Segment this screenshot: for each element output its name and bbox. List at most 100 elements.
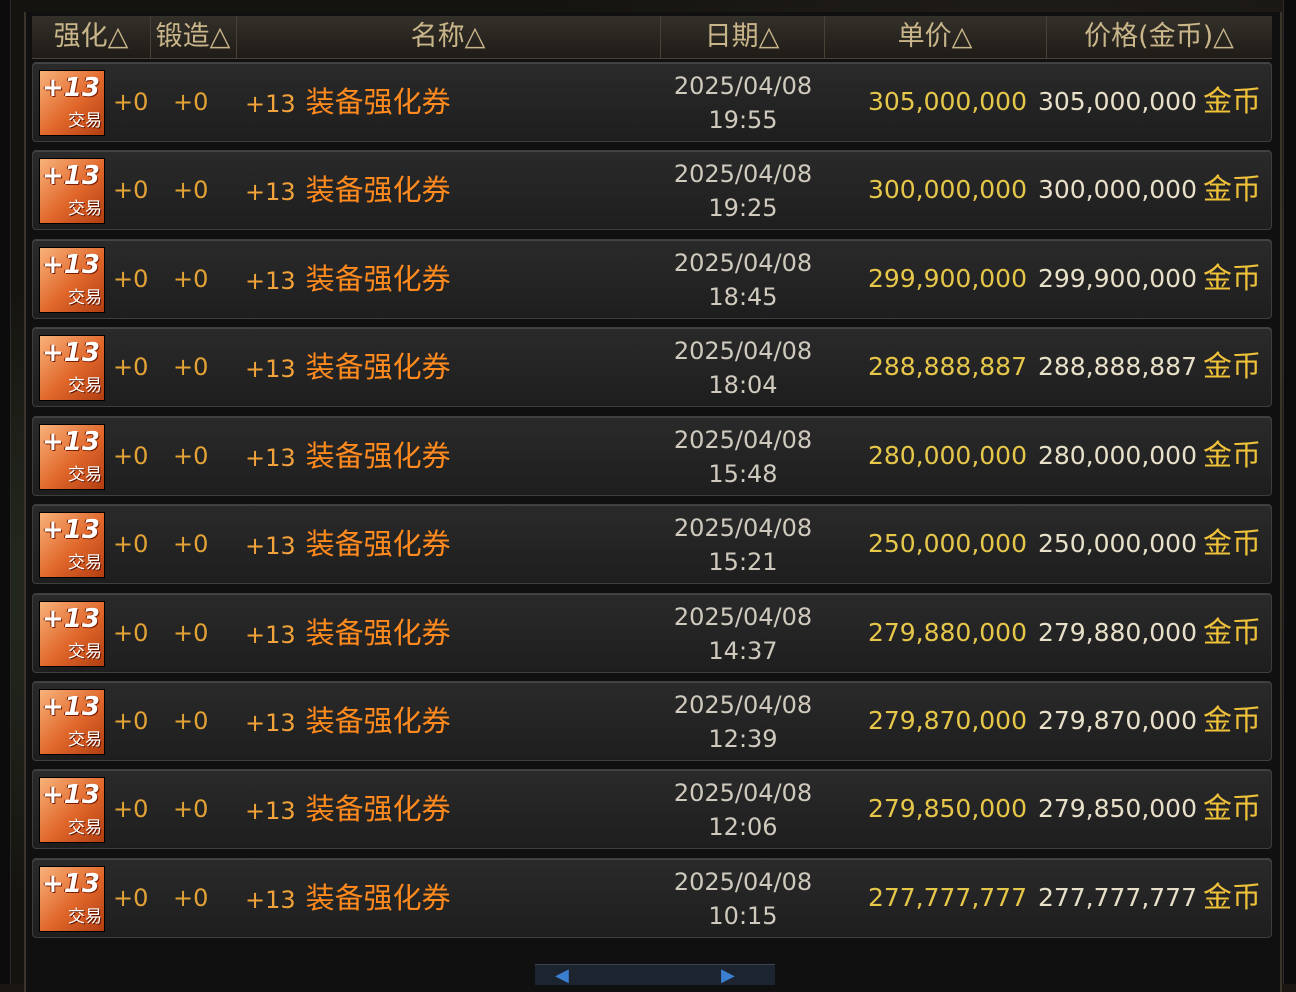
table-header: 强化△ 锻造△ 名称△ 日期△ 单价△ 价格(金币)△ — [32, 16, 1272, 59]
item-level: +13 — [245, 886, 296, 914]
sale-time: 15:21 — [708, 548, 778, 576]
sale-date: 2025/04/08 — [673, 868, 813, 896]
enhance-value: +0 — [113, 884, 149, 912]
item-name: +13 装备强化券 — [245, 83, 451, 121]
coupon-item-icon: +13 交易 — [39, 335, 105, 401]
sale-datetime: 2025/04/08 14:37 — [653, 600, 833, 668]
sale-datetime: 2025/04/08 15:48 — [653, 423, 833, 491]
table-row[interactable]: +13 交易 +0 +0 +13 装备强化券 2025/04/08 15:48 280,000,… — [32, 416, 1272, 496]
item-icon-level: +13 — [42, 73, 100, 103]
item-title: 装备强化券 — [305, 85, 451, 119]
sort-date-header[interactable]: 日期△ — [660, 16, 825, 58]
sale-date: 2025/04/08 — [673, 779, 813, 807]
forge-value: +0 — [173, 530, 209, 558]
item-icon-trade-label: 交易 — [68, 111, 102, 131]
coupon-item-icon: +13 交易 — [39, 777, 105, 843]
item-name: +13 装备强化券 — [245, 790, 451, 828]
item-level: +13 — [245, 621, 296, 649]
currency-label: 金币 — [1203, 526, 1262, 560]
sale-datetime: 2025/04/08 12:39 — [653, 688, 833, 756]
sale-datetime: 2025/04/08 15:21 — [653, 511, 833, 579]
unit-price: 250,000,000 — [867, 529, 1027, 558]
item-icon-trade-label: 交易 — [68, 199, 102, 219]
table-row[interactable]: +13 交易 +0 +0 +13 装备强化券 2025/04/08 18:45 299,900,… — [32, 239, 1272, 319]
next-arrow-icon[interactable]: ▶ — [721, 967, 735, 985]
item-icon-trade-label: 交易 — [68, 730, 102, 750]
unit-price: 279,880,000 — [867, 618, 1027, 647]
item-level: +13 — [245, 90, 296, 118]
coupon-item-icon: +13 交易 — [39, 70, 105, 136]
sale-time: 15:48 — [708, 460, 778, 488]
enhance-value: +0 — [113, 176, 149, 204]
item-title: 装备强化券 — [305, 262, 451, 296]
enhance-value: +0 — [113, 442, 149, 470]
sort-total-price-header[interactable]: 价格(金币)△ — [1046, 16, 1272, 58]
item-level: +13 — [245, 178, 296, 206]
item-icon-level: +13 — [42, 780, 100, 810]
table-row[interactable]: +13 交易 +0 +0 +13 装备强化券 2025/04/08 15:21 250,000,… — [32, 504, 1272, 584]
right-scrollbar[interactable] — [1283, 0, 1296, 984]
item-title: 装备强化券 — [305, 881, 451, 915]
item-icon-trade-label: 交易 — [68, 907, 102, 927]
sale-time: 19:25 — [708, 194, 778, 222]
sale-datetime: 2025/04/08 18:45 — [653, 246, 833, 314]
item-level: +13 — [245, 355, 296, 383]
sale-date: 2025/04/08 — [673, 603, 813, 631]
sort-name-header[interactable]: 名称△ — [236, 16, 661, 58]
currency-label: 金币 — [1203, 261, 1262, 295]
table-row[interactable]: +13 交易 +0 +0 +13 装备强化券 2025/04/08 18:04 288,888,… — [32, 327, 1272, 407]
enhance-value: +0 — [113, 265, 149, 293]
forge-value: +0 — [173, 176, 209, 204]
table-row[interactable]: +13 交易 +0 +0 +13 装备强化券 2025/04/08 14:37 279,880,… — [32, 593, 1272, 673]
unit-price: 279,870,000 — [867, 706, 1027, 735]
enhance-value: +0 — [113, 353, 149, 381]
enhance-value: +0 — [113, 707, 149, 735]
item-icon-level: +13 — [42, 250, 100, 280]
enhance-value: +0 — [113, 530, 149, 558]
item-icon-trade-label: 交易 — [68, 553, 102, 573]
prev-arrow-icon[interactable]: ◀ — [555, 967, 569, 985]
item-title: 装备强化券 — [305, 350, 451, 384]
total-price: 300,000,000 — [1037, 175, 1197, 204]
sort-unit-price-header[interactable]: 单价△ — [824, 16, 1047, 58]
item-icon-trade-label: 交易 — [68, 376, 102, 396]
item-name: +13 装备强化券 — [245, 702, 451, 740]
sale-time: 12:39 — [708, 725, 778, 753]
item-level: +13 — [245, 709, 296, 737]
table-row[interactable]: +13 交易 +0 +0 +13 装备强化券 2025/04/08 19:55 305,000,… — [32, 62, 1272, 142]
sort-forge-header[interactable]: 锻造△ — [150, 16, 237, 58]
item-icon-trade-label: 交易 — [68, 288, 102, 308]
sale-time: 10:15 — [708, 902, 778, 930]
coupon-item-icon: +13 交易 — [39, 424, 105, 490]
item-name: +13 装备强化券 — [245, 879, 451, 917]
coupon-item-icon: +13 交易 — [39, 601, 105, 667]
item-icon-trade-label: 交易 — [68, 818, 102, 838]
enhance-value: +0 — [113, 795, 149, 823]
forge-value: +0 — [173, 353, 209, 381]
item-icon-level: +13 — [42, 692, 100, 722]
forge-value: +0 — [173, 442, 209, 470]
item-icon-level: +13 — [42, 604, 100, 634]
forge-value: +0 — [173, 265, 209, 293]
item-name: +13 装备强化券 — [245, 525, 451, 563]
sale-time: 18:45 — [708, 283, 778, 311]
table-row[interactable]: +13 交易 +0 +0 +13 装备强化券 2025/04/08 19:25 300,000,… — [32, 150, 1272, 230]
total-price: 305,000,000 — [1037, 87, 1197, 116]
sort-enhance-header[interactable]: 强化△ — [32, 16, 151, 58]
unit-price: 288,888,887 — [867, 352, 1027, 381]
sale-date: 2025/04/08 — [673, 691, 813, 719]
currency-label: 金币 — [1203, 880, 1262, 914]
sale-time: 14:37 — [708, 637, 778, 665]
currency-label: 金币 — [1203, 172, 1262, 206]
table-row[interactable]: +13 交易 +0 +0 +13 装备强化券 2025/04/08 12:39 279,870,… — [32, 681, 1272, 761]
forge-value: +0 — [173, 884, 209, 912]
enhance-value: +0 — [113, 619, 149, 647]
currency-label: 金币 — [1203, 615, 1262, 649]
table-row[interactable]: +13 交易 +0 +0 +13 装备强化券 2025/04/08 10:15 277,777,… — [32, 858, 1272, 938]
total-price: 279,880,000 — [1037, 618, 1197, 647]
currency-label: 金币 — [1203, 791, 1262, 825]
item-name: +13 装备强化券 — [245, 171, 451, 209]
item-level: +13 — [245, 444, 296, 472]
table-row[interactable]: +13 交易 +0 +0 +13 装备强化券 2025/04/08 12:06 279,850,… — [32, 769, 1272, 849]
item-name: +13 装备强化券 — [245, 437, 451, 475]
